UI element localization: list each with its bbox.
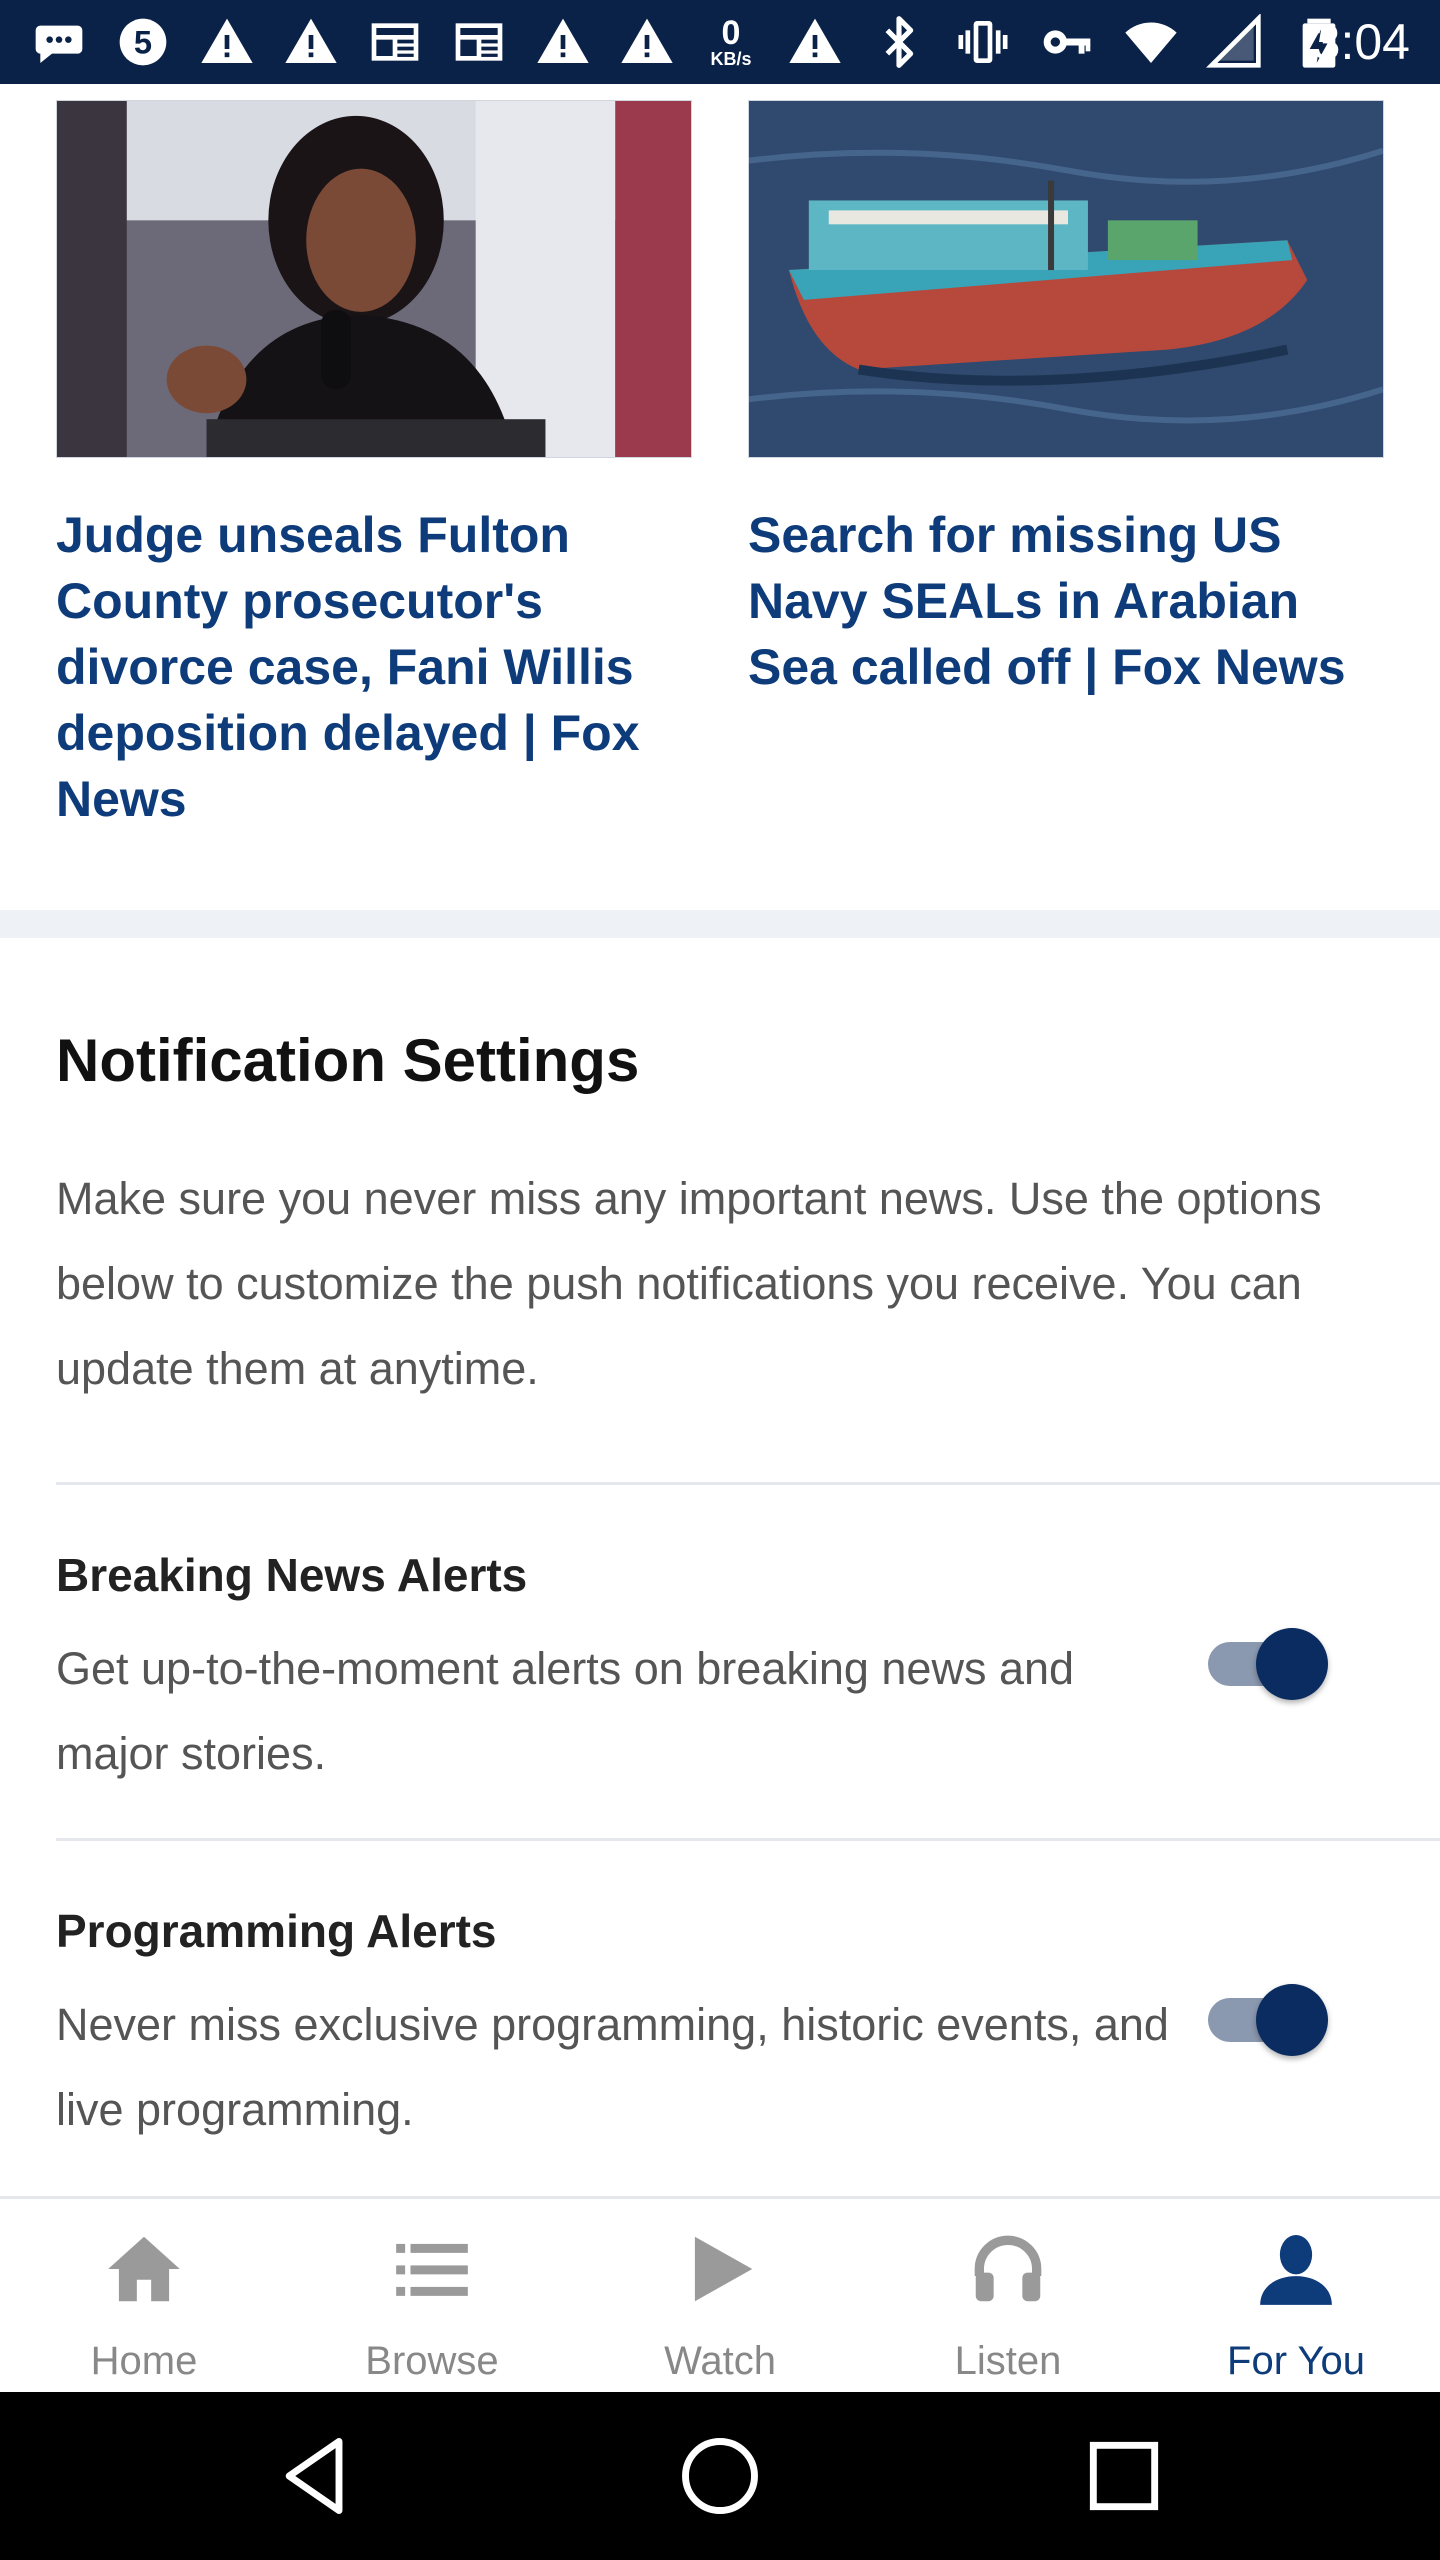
nav-item-for-you[interactable]: For You: [1152, 2199, 1440, 2392]
nav-label: Browse: [365, 2339, 499, 2383]
status-bar: 5 0 KB/s 3:04: [0, 0, 1440, 84]
notification-settings-heading: Notification Settings: [56, 1027, 640, 1094]
toggle-knob: [1256, 1984, 1328, 2056]
vpn-key-icon: [1036, 12, 1098, 72]
network-speed-unit: KB/s: [710, 49, 752, 69]
nav-item-browse[interactable]: Browse: [288, 2199, 576, 2392]
svg-text:5: 5: [134, 24, 152, 61]
alert-icon: [280, 12, 342, 72]
alert-icon: [532, 12, 594, 72]
nav-label: Watch: [664, 2339, 776, 2383]
vibrate-icon: [952, 12, 1014, 72]
article-card[interactable]: Search for missing US Navy SEALs in Arab…: [748, 100, 1384, 832]
programming-alerts-setting: Programming Alerts Never miss exclusive …: [56, 1904, 1384, 2152]
setting-title: Programming Alerts: [56, 1905, 497, 1957]
article-title[interactable]: Search for missing US Navy SEALs in Arab…: [748, 502, 1384, 700]
programming-alerts-toggle[interactable]: [1208, 1984, 1328, 2056]
list-icon: [382, 2219, 482, 2319]
nav-label: Listen: [954, 2339, 1062, 2383]
messages-icon: [28, 12, 90, 72]
setting-description: Get up-to-the-moment alerts on breaking …: [56, 1643, 1075, 1779]
system-navigation-bar: [0, 2392, 1440, 2560]
article-thumbnail[interactable]: [748, 100, 1384, 458]
bottom-navigation: Home Browse Watch Listen For You: [0, 2196, 1440, 2392]
channel-5-icon: 5: [112, 12, 174, 72]
related-articles: Judge unseals Fulton County prosecutor's…: [56, 100, 1384, 832]
alert-icon: [616, 12, 678, 72]
back-icon[interactable]: [270, 2430, 362, 2522]
status-time: 3:04: [1312, 14, 1410, 70]
person-icon: [1246, 2219, 1346, 2319]
home-icon: [94, 2219, 194, 2319]
article-card[interactable]: Judge unseals Fulton County prosecutor's…: [56, 100, 692, 832]
alert-icon: [196, 12, 258, 72]
signal-icon: [1204, 12, 1266, 72]
network-speed-indicator: 0 KB/s: [700, 12, 762, 72]
breaking-news-alerts-setting: Breaking News Alerts Get up-to-the-momen…: [56, 1548, 1384, 1796]
setting-description: Never miss exclusive programming, histor…: [56, 1999, 1169, 2135]
headphones-icon: [958, 2219, 1058, 2319]
status-icons: 5 0 KB/s: [28, 0, 1350, 84]
nav-label: For You: [1227, 2339, 1365, 2383]
article-title[interactable]: Judge unseals Fulton County prosecutor's…: [56, 502, 692, 832]
nav-item-listen[interactable]: Listen: [864, 2199, 1152, 2392]
network-speed-value: 0: [721, 14, 741, 52]
recents-icon[interactable]: [1078, 2430, 1170, 2522]
article-thumbnail[interactable]: [56, 100, 692, 458]
play-icon: [670, 2219, 770, 2319]
toggle-knob: [1256, 1628, 1328, 1700]
alert-icon: [784, 12, 846, 72]
notification-settings-description: Make sure you never miss any important n…: [56, 1173, 1322, 1394]
wifi-icon: [1120, 12, 1182, 72]
news-icon: [364, 12, 426, 72]
home-circle-icon[interactable]: [674, 2430, 766, 2522]
nav-label: Home: [90, 2339, 198, 2383]
nav-item-home[interactable]: Home: [0, 2199, 288, 2392]
breaking-news-toggle[interactable]: [1208, 1628, 1328, 1700]
bluetooth-icon: [868, 12, 930, 72]
news-icon: [448, 12, 510, 72]
divider: [56, 1838, 1440, 1841]
section-divider: [0, 910, 1440, 938]
setting-title: Breaking News Alerts: [56, 1549, 528, 1601]
divider: [56, 1482, 1440, 1485]
nav-item-watch[interactable]: Watch: [576, 2199, 864, 2392]
